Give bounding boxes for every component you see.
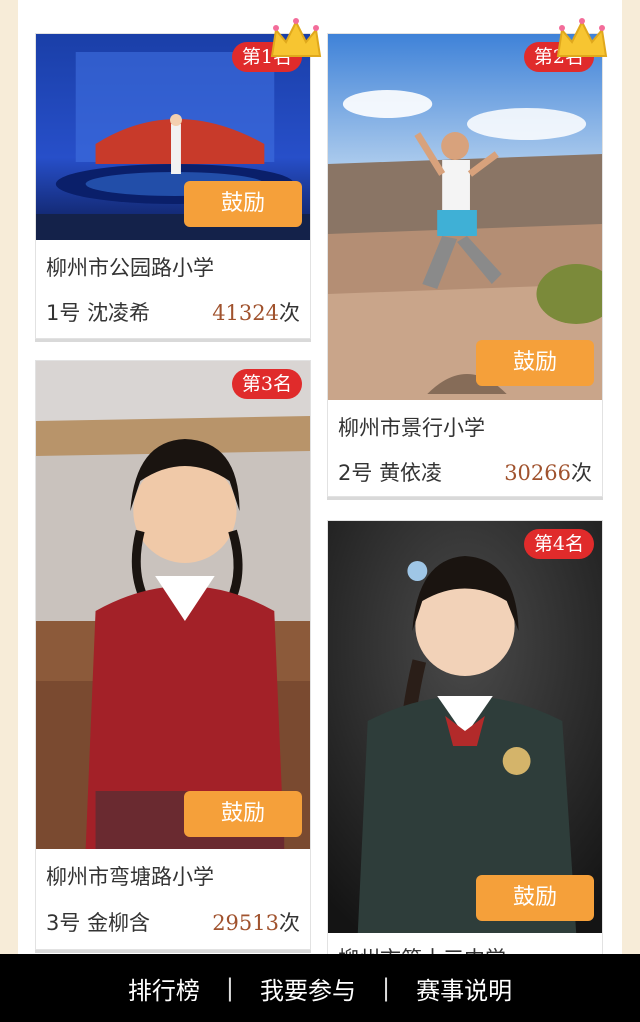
vote-number: 30266 [504,461,571,485]
entry-card-4[interactable]: 第4名 鼓励 柳州市第十三中学 [327,520,603,970]
encourage-button[interactable]: 鼓励 [184,791,302,837]
vote-count: 30266次 [504,457,592,487]
nav-separator: | [382,974,391,1002]
player-info: 3号 金柳含 [46,907,150,937]
school-name: 柳州市公园路小学 [46,256,214,280]
player-number: 2号 [338,461,373,485]
encourage-button[interactable]: 鼓励 [476,875,594,921]
entry-card-2[interactable]: 第2名 鼓励 柳州市景行小学 2号 黄依凌 30266次 [327,33,603,497]
vote-count: 29513次 [212,907,300,937]
vote-suffix: 次 [571,461,592,485]
nav-separator: | [225,974,234,1002]
rank-badge: 第3名 [231,369,302,399]
vote-suffix: 次 [279,301,300,325]
player-number: 3号 [46,911,81,935]
crown-icon [270,18,322,57]
bottom-nav-bar: 排行榜 | 我要参与 | 赛事说明 [0,954,640,1022]
nav-join[interactable]: 我要参与 [260,971,356,1006]
player-info: 1号 沈凌希 [46,297,150,327]
nav-ranking[interactable]: 排行榜 [128,971,200,1006]
vote-number: 41324 [212,301,279,325]
rank-badge: 第4名 [523,529,594,559]
nav-rules[interactable]: 赛事说明 [416,971,512,1006]
school-name: 柳州市景行小学 [338,416,485,440]
entry-card-3[interactable]: 第3名 鼓励 柳州市弯塘路小学 3号 金柳含 29513次 [35,360,311,950]
vote-number: 29513 [212,911,279,935]
entry-photo-4[interactable] [328,521,602,933]
entry-card-1[interactable]: 第1名 鼓励 柳州市公园路小学 1号 沈凌希 41324次 [35,33,311,339]
crown-icon [556,18,608,57]
player-name: 黄依凌 [379,461,443,485]
school-name: 柳州市弯塘路小学 [46,865,214,889]
entry-photo-3[interactable] [36,361,310,849]
vote-suffix: 次 [279,911,300,935]
player-info: 2号 黄依凌 [338,457,442,487]
encourage-button[interactable]: 鼓励 [184,181,302,227]
player-name: 沈凌希 [87,301,151,325]
vote-count: 41324次 [212,297,300,327]
player-name: 金柳含 [87,911,151,935]
encourage-button[interactable]: 鼓励 [476,340,594,386]
player-number: 1号 [46,301,81,325]
